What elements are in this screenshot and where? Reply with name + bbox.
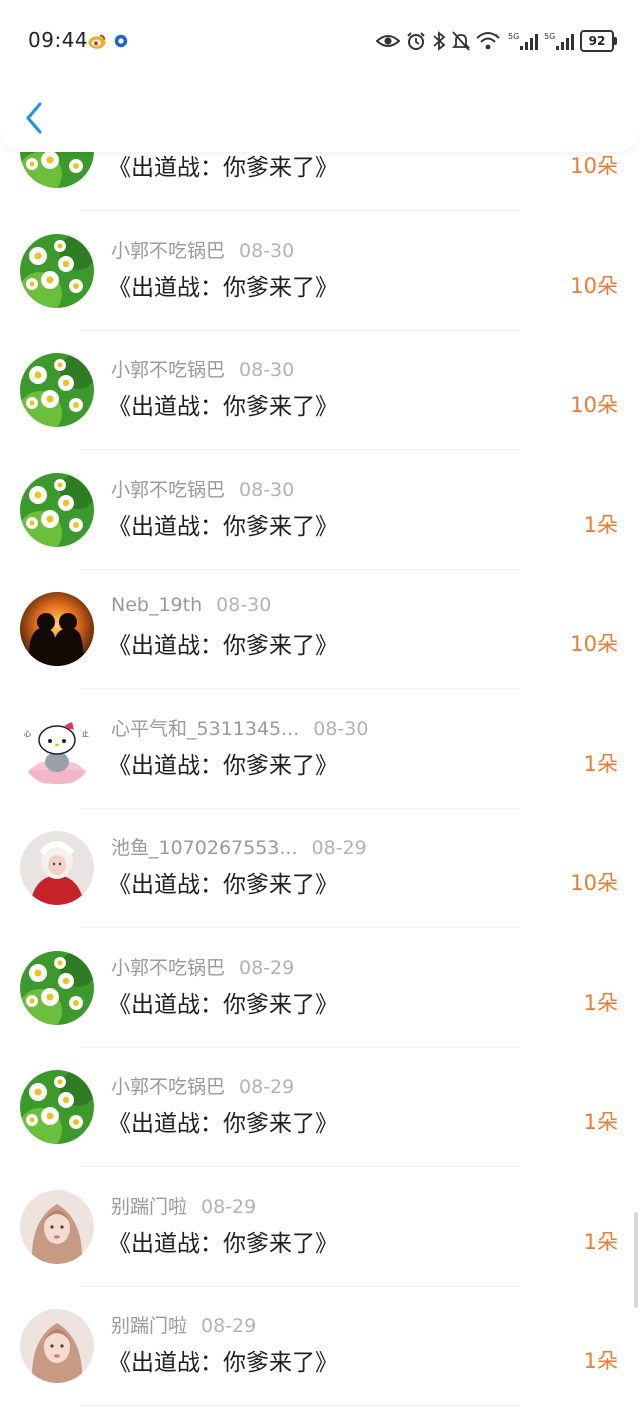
work-title: 《出道战：你爹来了》 bbox=[108, 752, 338, 779]
chevron-left-icon bbox=[26, 102, 42, 134]
item-meta: 小郭不吃锅巴 08-30 bbox=[111, 355, 294, 382]
flower-amount: 1朵 bbox=[583, 751, 618, 776]
work-title: 《出道战：你爹来了》 bbox=[108, 1230, 338, 1257]
status-icons: ⁶ 5G 5G 92 bbox=[376, 29, 617, 53]
date: 08-30 bbox=[239, 359, 295, 381]
svg-text:5G: 5G bbox=[508, 32, 519, 41]
wifi-icon: ⁶ bbox=[476, 32, 500, 50]
date: 08-30 bbox=[239, 239, 295, 262]
flower-amount: 10朵 bbox=[570, 154, 618, 178]
date: 08-29 bbox=[201, 1195, 257, 1218]
work-title: 《出道战：你爹来了》 bbox=[108, 513, 338, 540]
list-item[interactable]: 小郭不吃锅巴 08-29 《出道战：你爹来了》 1朵 bbox=[0, 1048, 640, 1168]
work-title: 《出道战：你爹来了》 bbox=[108, 155, 338, 181]
work-title: 《出道战：你爹来了》 bbox=[108, 633, 338, 659]
date: 08-29 bbox=[311, 837, 367, 859]
battery-icon: 92 bbox=[580, 30, 617, 52]
date: 08-30 bbox=[216, 594, 272, 616]
list-item[interactable]: 小郭不吃锅巴 08-30 《出道战：你爹来了》 1朵 bbox=[0, 451, 640, 571]
item-meta: 别踹门啦 08-29 bbox=[111, 1192, 256, 1219]
signal-5g-icon-2: 5G bbox=[544, 32, 574, 50]
mute-icon bbox=[452, 31, 470, 51]
status-time: 09:44 bbox=[28, 28, 89, 52]
username: 心平气和_5311345... bbox=[111, 717, 300, 740]
item-meta: 小郭不吃锅巴 08-30 bbox=[111, 236, 294, 263]
avatar[interactable] bbox=[20, 1070, 94, 1144]
username: 小郭不吃锅巴 bbox=[111, 956, 226, 979]
circle-app-icon bbox=[114, 34, 128, 48]
list-item[interactable]: 小郭不吃锅巴 08-29 《出道战：你爹来了》 1朵 bbox=[0, 929, 640, 1049]
list-item[interactable]: 小郭不吃锅巴 08-30 《出道战：你爹来了》 10朵 bbox=[0, 212, 640, 332]
username: 小郭不吃锅巴 bbox=[111, 1076, 226, 1098]
date: 08-30 bbox=[239, 478, 295, 501]
date: 08-29 bbox=[239, 956, 295, 979]
avatar[interactable]: 心 止 bbox=[20, 711, 94, 786]
avatar[interactable] bbox=[20, 1189, 94, 1264]
flower-amount: 1朵 bbox=[583, 1110, 618, 1134]
flower-amount: 1朵 bbox=[583, 1349, 618, 1373]
avatar[interactable] bbox=[20, 472, 94, 547]
flower-amount: 10朵 bbox=[570, 871, 618, 895]
flower-amount: 1朵 bbox=[583, 990, 618, 1015]
item-meta: Neb_19th 08-30 bbox=[111, 594, 271, 616]
work-title: 《出道战：你爹来了》 bbox=[108, 274, 338, 301]
list-item[interactable]: 池鱼_1070267553... 08-29 《出道战：你爹来了》 10朵 bbox=[0, 809, 640, 929]
weibo-icon bbox=[88, 34, 106, 49]
flower-amount: 10朵 bbox=[570, 273, 618, 298]
username: 别踹门啦 bbox=[111, 1315, 188, 1337]
eye-icon bbox=[376, 35, 400, 47]
avatar[interactable] bbox=[20, 1309, 94, 1383]
svg-text:⁶: ⁶ bbox=[495, 33, 498, 41]
item-meta: 别踹门啦 08-29 bbox=[111, 1311, 256, 1338]
scrollbar[interactable] bbox=[634, 1212, 638, 1308]
date: 08-29 bbox=[239, 1076, 295, 1098]
work-title: 《出道战：你爹来了》 bbox=[108, 1350, 338, 1376]
item-meta: 小郭不吃锅巴 08-30 bbox=[111, 475, 294, 502]
username: 小郭不吃锅巴 bbox=[111, 478, 226, 501]
date: 08-29 bbox=[201, 1315, 257, 1337]
alarm-icon bbox=[407, 32, 425, 50]
work-title: 《出道战：你爹来了》 bbox=[108, 991, 338, 1018]
avatar[interactable] bbox=[20, 353, 94, 427]
top-bar: 09:44 ⁶ 5G 5G 92 bbox=[0, 0, 640, 152]
list-item[interactable]: 别踹门啦 08-29 《出道战：你爹来了》 1朵 bbox=[0, 1287, 640, 1407]
back-button[interactable] bbox=[20, 100, 52, 136]
item-meta: 小郭不吃锅巴 08-29 bbox=[111, 953, 294, 980]
avatar[interactable] bbox=[20, 592, 94, 666]
work-title: 《出道战：你爹来了》 bbox=[108, 394, 338, 420]
signal-5g-icon: 5G bbox=[508, 32, 538, 50]
divider bbox=[80, 1405, 520, 1406]
item-meta: 池鱼_1070267553... 08-29 bbox=[111, 833, 367, 860]
work-title: 《出道战：你爹来了》 bbox=[108, 1111, 338, 1137]
username: 别踹门啦 bbox=[111, 1195, 188, 1218]
flower-amount: 10朵 bbox=[570, 393, 618, 417]
flower-amount: 1朵 bbox=[583, 1229, 618, 1254]
item-meta: 小郭不吃锅巴 08-29 bbox=[111, 1072, 294, 1099]
avatar[interactable] bbox=[20, 950, 94, 1025]
flower-amount: 10朵 bbox=[570, 632, 618, 656]
item-meta: 心平气和_5311345... 08-30 bbox=[111, 714, 368, 741]
svg-text:心: 心 bbox=[24, 730, 31, 738]
svg-text:5G: 5G bbox=[544, 32, 555, 41]
avatar[interactable] bbox=[20, 831, 94, 905]
list-item[interactable]: 别踹门啦 08-29 《出道战：你爹来了》 1朵 bbox=[0, 1168, 640, 1288]
flower-amount: 1朵 bbox=[583, 512, 618, 537]
date: 08-30 bbox=[313, 717, 369, 740]
status-bar: 09:44 ⁶ 5G 5G 92 bbox=[0, 0, 640, 82]
work-title: 《出道战：你爹来了》 bbox=[108, 872, 338, 898]
list-item[interactable]: 小郭不吃锅巴 08-30 《出道战：你爹来了》 10朵 bbox=[0, 331, 640, 451]
username: 小郭不吃锅巴 bbox=[111, 239, 226, 262]
avatar[interactable] bbox=[20, 233, 94, 308]
svg-text:止: 止 bbox=[82, 729, 89, 738]
username: Neb_19th bbox=[111, 594, 203, 616]
username: 小郭不吃锅巴 bbox=[111, 359, 226, 381]
bluetooth-icon bbox=[433, 31, 446, 51]
list-item[interactable]: Neb_19th 08-30 《出道战：你爹来了》 10朵 bbox=[0, 570, 640, 690]
username: 池鱼_1070267553... bbox=[111, 837, 298, 859]
list-item[interactable]: 心 止 心平气和_5311345... 08-30 《出道战：你爹来了》 1朵 bbox=[0, 690, 640, 810]
